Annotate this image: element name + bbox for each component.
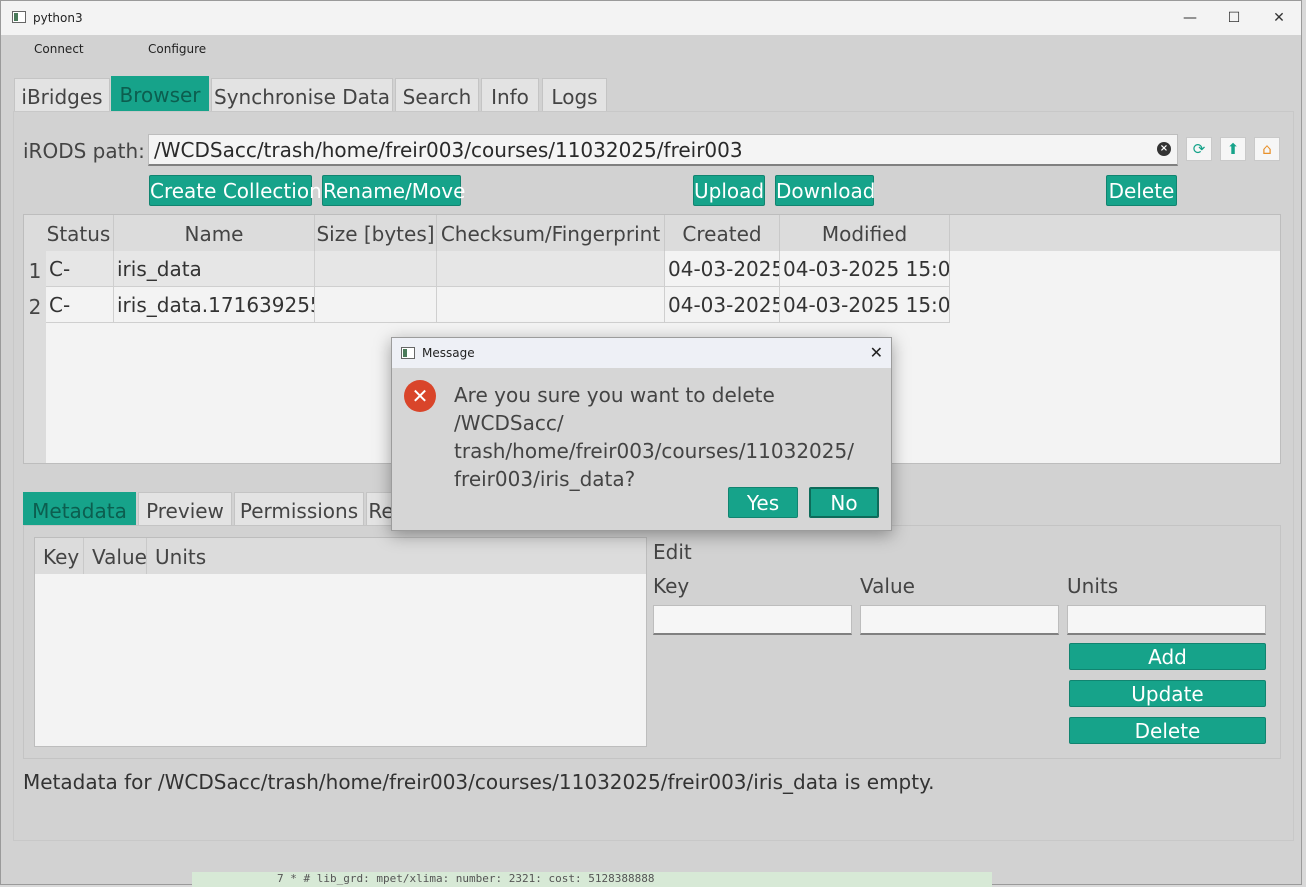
dialog-title: Message — [422, 346, 475, 360]
col-modified[interactable]: Modified — [780, 215, 950, 251]
irods-path-label: iRODS path: — [23, 139, 145, 163]
window-title: python3 — [33, 11, 83, 25]
delete-button[interactable]: Delete — [1106, 175, 1177, 206]
menu-bar: Connect Configure — [1, 35, 1301, 65]
dialog-message: Are you sure you want to delete /WCDSacc… — [454, 383, 854, 491]
cell-modified[interactable]: 04-03-2025 15:03 — [780, 251, 950, 287]
tab-logs[interactable]: Logs — [542, 78, 607, 114]
clear-path-icon[interactable]: × — [1157, 142, 1171, 156]
create-collection-button[interactable]: Create Collection — [149, 175, 322, 206]
cell-name[interactable]: iris_data.1716392555 — [114, 287, 315, 323]
tab-browser[interactable]: Browser — [111, 76, 209, 112]
tab-search[interactable]: Search — [395, 78, 479, 114]
cell-checksum[interactable] — [437, 251, 665, 287]
row-number: 1 — [28, 259, 42, 283]
cell-size[interactable] — [315, 251, 437, 287]
col-size[interactable]: Size [bytes] — [315, 215, 437, 251]
key-label: Key — [653, 574, 690, 598]
tab-info[interactable]: Info — [481, 78, 539, 114]
add-metadata-button[interactable]: Add — [1069, 643, 1266, 670]
row-number: 2 — [28, 295, 42, 319]
home-icon[interactable]: ⌂ — [1254, 137, 1280, 161]
dialog-app-icon — [401, 347, 415, 359]
cell-size[interactable] — [315, 287, 437, 323]
cell-checksum[interactable] — [437, 287, 665, 323]
col-units[interactable]: Units — [147, 538, 646, 574]
col-created[interactable]: Created — [665, 215, 780, 251]
cell-modified[interactable]: 04-03-2025 15:03 — [780, 287, 950, 323]
no-button[interactable]: No — [809, 487, 879, 518]
cell-created[interactable]: 04-03-2025 — [665, 251, 780, 287]
cell-status[interactable]: C- — [46, 287, 114, 323]
cell-name[interactable]: iris_data — [114, 251, 315, 287]
col-checksum[interactable]: Checksum/Fingerprint — [437, 215, 665, 251]
irods-path-input[interactable]: /WCDSacc/trash/home/freir003/courses/110… — [148, 134, 1178, 166]
parent-folder-icon[interactable]: ⬆ — [1220, 137, 1246, 161]
menu-configure[interactable]: Configure — [148, 42, 206, 56]
tab-preview[interactable]: Preview — [138, 492, 232, 526]
cell-created[interactable]: 04-03-2025 — [665, 287, 780, 323]
key-input[interactable] — [653, 605, 852, 635]
dialog-close-icon[interactable]: ✕ — [870, 343, 883, 362]
download-button[interactable]: Download — [775, 175, 875, 206]
confirm-delete-dialog: Message ✕ ✕ Are you sure you want to del… — [391, 337, 892, 531]
dialog-title-bar: Message ✕ — [392, 338, 891, 368]
metadata-status-text: Metadata for /WCDSacc/trash/home/freir00… — [23, 770, 935, 794]
edit-label: Edit — [653, 540, 692, 564]
minimize-button[interactable]: — — [1170, 7, 1210, 29]
metadata-table[interactable]: Key Value Units — [34, 537, 647, 747]
units-label: Units — [1067, 574, 1119, 598]
update-metadata-button[interactable]: Update — [1069, 680, 1266, 707]
delete-metadata-button[interactable]: Delete — [1069, 717, 1266, 744]
error-icon: ✕ — [404, 380, 436, 412]
rename-move-button[interactable]: Rename/Move — [322, 175, 465, 206]
tab-synchronise-data[interactable]: Synchronise Data — [211, 78, 393, 114]
tab-metadata[interactable]: Metadata — [23, 492, 136, 526]
tab-ibridges[interactable]: iBridges — [14, 78, 110, 114]
col-name[interactable]: Name — [114, 215, 315, 251]
metadata-table-header: Key Value Units — [35, 538, 646, 574]
tab-permissions[interactable]: Permissions — [234, 492, 364, 526]
value-label: Value — [860, 574, 915, 598]
col-value[interactable]: Value — [84, 538, 147, 574]
background-editor-snippet: 7 * # lib_grd: mpet/xlima: number: 2321:… — [192, 872, 992, 887]
yes-button[interactable]: Yes — [728, 487, 798, 518]
close-button[interactable]: ✕ — [1259, 7, 1299, 29]
title-bar: python3 — ☐ ✕ — [1, 1, 1301, 35]
refresh-icon[interactable]: ⟳ — [1186, 137, 1212, 161]
menu-connect[interactable]: Connect — [34, 42, 84, 56]
app-icon — [12, 11, 26, 23]
cell-status[interactable]: C- — [46, 251, 114, 287]
col-status[interactable]: Status — [24, 215, 114, 251]
col-key[interactable]: Key — [35, 538, 84, 574]
value-input[interactable] — [860, 605, 1059, 635]
maximize-button[interactable]: ☐ — [1214, 7, 1254, 29]
row-header-column: 1 2 — [24, 251, 46, 463]
units-input[interactable] — [1067, 605, 1266, 635]
table-header: Status Name Size [bytes] Checksum/Finger… — [24, 215, 1280, 251]
upload-button[interactable]: Upload — [693, 175, 765, 206]
